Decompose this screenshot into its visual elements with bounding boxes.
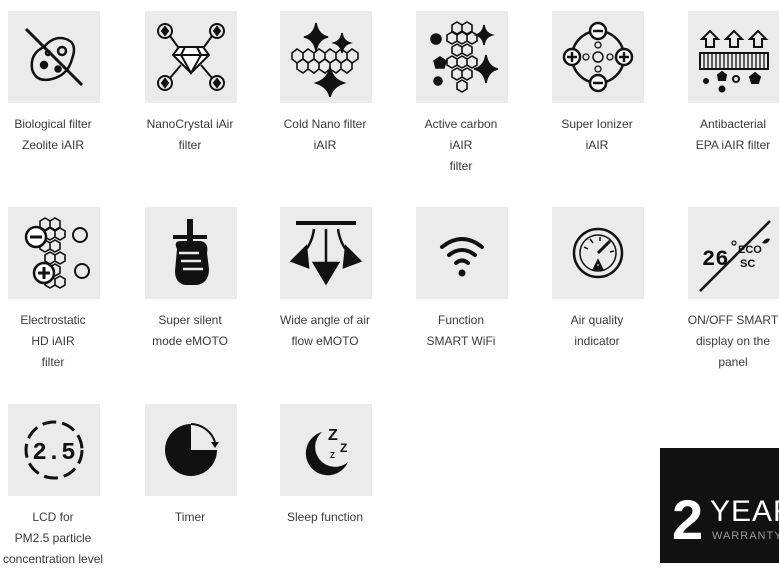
cold-nano-icon <box>291 22 359 97</box>
smart-display-tile: 26 ECO SC <box>688 207 779 299</box>
timer-icon <box>165 423 219 476</box>
antibacterial-tile <box>688 11 779 103</box>
wifi-tile <box>416 207 508 299</box>
feature-label: Biological filter Zeolite iAIR <box>14 117 92 152</box>
feature-label: Antibacterial EPA iAIR filter <box>695 117 771 152</box>
biological-filter-icon <box>24 27 84 87</box>
air-quality-tile <box>552 207 644 299</box>
warranty-sub: WARRANTY <box>712 530 779 542</box>
ionizer-tile <box>552 11 644 103</box>
lcd-value: 2.5 <box>32 440 75 467</box>
wifi-icon <box>440 237 484 277</box>
electrostatic-icon <box>24 217 90 289</box>
feature-label: Air quality indicator <box>570 313 624 348</box>
ionizer-icon <box>562 21 634 93</box>
smart-display-icon: 26 ECO SC <box>699 220 771 292</box>
feature-label: Function SMART WiFi <box>426 313 496 348</box>
sleep-tile: Z Z Z <box>280 404 372 496</box>
feature-label: ON/OFF SMART display on the panel <box>687 313 779 369</box>
sleep-z-small: Z <box>330 451 335 460</box>
warranty-years: YEARS <box>710 495 779 528</box>
lcd-pm25-icon: 2.5 <box>24 420 84 480</box>
air-quality-gauge-icon <box>572 227 624 279</box>
wide-airflow-icon <box>289 221 363 286</box>
sleep-z-large: Z <box>328 427 338 444</box>
silent-mode-tile <box>145 207 237 299</box>
nanocrystal-icon <box>157 23 225 91</box>
lcd-pm25-tile: 2.5 <box>8 404 100 496</box>
feature-label: Timer <box>174 510 206 524</box>
active-carbon-icon <box>430 21 499 93</box>
active-carbon-tile <box>416 11 508 103</box>
feature-label: Electrostatic HD iAIR filter <box>20 313 86 369</box>
feature-label: Super silent mode eMOTO <box>152 313 228 348</box>
feature-label: NanoCrystal iAir filter <box>146 117 234 152</box>
feature-label: Active carbon iAIR filter <box>424 117 498 173</box>
cold-nano-tile <box>280 11 372 103</box>
silent-mode-icon <box>173 219 209 285</box>
electrostatic-tile <box>8 207 100 299</box>
timer-tile <box>145 404 237 496</box>
warranty-number: 2 <box>672 488 704 551</box>
feature-label: Wide angle of air flow eMOTO <box>279 313 371 348</box>
sleep-icon: Z Z Z <box>305 427 348 476</box>
feature-label: LCD for PM2.5 particle concentration lev… <box>2 510 104 566</box>
sleep-z-medium: Z <box>340 441 347 455</box>
feature-label: Super Ionizer iAIR <box>561 117 633 152</box>
feature-label: Sleep function <box>286 510 364 524</box>
wide-airflow-tile <box>280 207 372 299</box>
display-sc: SC <box>740 258 755 270</box>
antibacterial-icon <box>699 29 769 93</box>
biological-filter-tile <box>8 11 100 103</box>
nanocrystal-tile <box>145 11 237 103</box>
warranty-badge: 2 YEARS WARRANTY <box>660 448 779 563</box>
feature-label: Cold Nano filter iAIR <box>283 117 367 152</box>
